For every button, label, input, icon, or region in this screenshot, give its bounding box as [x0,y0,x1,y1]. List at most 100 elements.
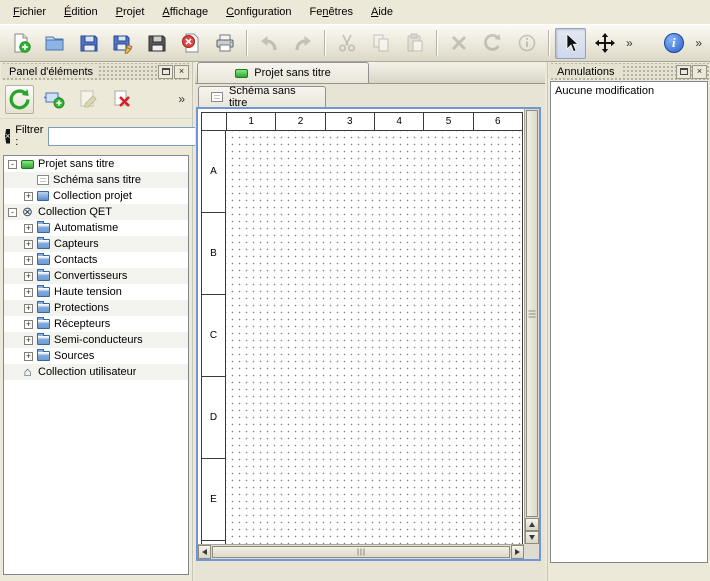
undo-list[interactable]: Aucune modification [550,81,708,563]
tree-item-sources[interactable]: +Sources [4,348,188,364]
toolbar-overflow-icon[interactable]: » [623,36,636,50]
undo-panel-title: Annulations [551,66,621,78]
menu-fichier[interactable]: Fichier [4,0,55,24]
tree-item-schema[interactable]: Schéma sans titre [4,172,188,188]
horizontal-scrollbar[interactable] [198,544,524,559]
tree-item-haute-tension[interactable]: +Haute tension [4,284,188,300]
tree-item-protections[interactable]: +Protections [4,300,188,316]
scroll-grip-icon [358,549,365,556]
panel-overflow-icon[interactable]: » [175,92,188,106]
undo-panel-header[interactable]: Annulations × [549,63,709,80]
paste-button[interactable] [399,28,430,59]
expand-icon[interactable]: + [24,288,33,297]
scroll-right-button[interactable] [511,545,524,559]
info-letter: i [672,35,676,51]
vscroll-track[interactable] [525,109,539,518]
close-panel-button[interactable]: × [174,65,189,79]
expand-icon[interactable]: + [24,240,33,249]
tree-item-semi-conducteurs[interactable]: +Semi-conducteurs [4,332,188,348]
menu-label: Fichier [13,6,46,18]
delete-element-button[interactable] [107,85,136,114]
elements-panel-header[interactable]: Panel d'éléments × [1,63,191,80]
tree-item-recepteurs[interactable]: +Récepteurs [4,316,188,332]
cursor-arrow-icon [560,32,582,54]
clear-filter-button[interactable]: × [5,129,10,144]
vscroll-thumb[interactable] [526,110,538,517]
expand-icon[interactable]: + [24,224,33,233]
tree-item-convertisseurs[interactable]: +Convertisseurs [4,268,188,284]
drawing-grid[interactable] [226,131,522,544]
scroll-left-button[interactable] [198,545,211,559]
float-panel-button[interactable] [676,65,691,79]
ruler-row-label: D [202,377,225,459]
expand-icon[interactable]: + [24,272,33,281]
tree-item-collection-utilisateur[interactable]: ⌂Collection utilisateur [4,364,188,380]
main-toolbar: » i » [0,24,710,62]
collapse-icon[interactable]: - [8,160,17,169]
delete-button[interactable] [443,28,474,59]
edit-element-icon [77,88,99,110]
edit-info-button[interactable] [511,28,542,59]
menu-projet[interactable]: Projet [107,0,154,24]
new-document-button[interactable] [5,28,36,59]
menu-label: Configuration [226,6,291,18]
tab-schema-sans-titre[interactable]: Schéma sans titre [198,86,326,107]
project-icon [21,160,34,169]
close-document-button[interactable] [175,28,206,59]
rotate-button[interactable] [477,28,508,59]
hscroll-track[interactable] [211,545,511,559]
open-project-button[interactable] [39,28,70,59]
redo-icon [292,32,314,54]
filter-input[interactable] [48,127,198,146]
float-panel-button[interactable] [158,65,173,79]
ruler-row-label: E [202,459,225,541]
vertical-scrollbar[interactable] [524,109,539,544]
menu-configuration[interactable]: Configuration [217,0,300,24]
new-element-button[interactable] [39,85,68,114]
tab-projet-sans-titre[interactable]: Projet sans titre [197,62,369,83]
tree-item-project[interactable]: -Projet sans titre [4,156,188,172]
redo-button[interactable] [287,28,318,59]
about-qet-button[interactable]: i [658,28,689,59]
collapse-icon[interactable]: - [8,208,17,217]
tree-item-collection-projet[interactable]: +Collection projet [4,188,188,204]
close-panel-button[interactable]: × [692,65,707,79]
expand-icon[interactable]: + [24,256,33,265]
undo-button[interactable] [253,28,284,59]
new-document-icon [10,32,32,54]
copy-button[interactable] [365,28,396,59]
edit-element-button[interactable] [73,85,102,114]
reload-collections-button[interactable] [5,85,34,114]
save-button[interactable] [73,28,104,59]
sheet-body: A B C D E [202,131,522,544]
menu-fenetres[interactable]: Fenêtres [301,0,362,24]
toolbar-overflow-icon-2[interactable]: » [692,36,705,50]
hscroll-thumb[interactable] [212,546,510,558]
cut-button[interactable] [331,28,362,59]
menu-bar: Fichier Édition Projet Affichage Configu… [0,0,710,24]
scroll-up-button[interactable] [525,518,539,531]
tree-item-collection-qet[interactable]: -⊗Collection QET [4,204,188,220]
tree-item-automatisme[interactable]: +Automatisme [4,220,188,236]
save-as-button[interactable] [107,28,138,59]
print-button[interactable] [209,28,240,59]
elements-panel-toolbar: » [0,80,192,118]
ruler-corner [202,113,226,130]
mdi-workspace: Projet sans titre Schéma sans titre [193,62,547,581]
expand-icon[interactable]: + [24,192,33,201]
tree-item-contacts[interactable]: +Contacts [4,252,188,268]
expand-icon[interactable]: + [24,336,33,345]
save-all-button[interactable] [141,28,172,59]
expand-icon[interactable]: + [24,320,33,329]
scroll-down-button[interactable] [525,531,539,544]
menu-aide[interactable]: Aide [362,0,402,24]
select-mode-button[interactable] [555,28,586,59]
menu-affichage[interactable]: Affichage [153,0,217,24]
collection-icon [37,191,49,201]
tree-item-capteurs[interactable]: +Capteurs [4,236,188,252]
schema-viewport[interactable]: 1 2 3 4 5 6 A B C [198,109,524,544]
expand-icon[interactable]: + [24,352,33,361]
expand-icon[interactable]: + [24,304,33,313]
pan-mode-button[interactable] [589,28,620,59]
menu-edition[interactable]: Édition [55,0,107,24]
